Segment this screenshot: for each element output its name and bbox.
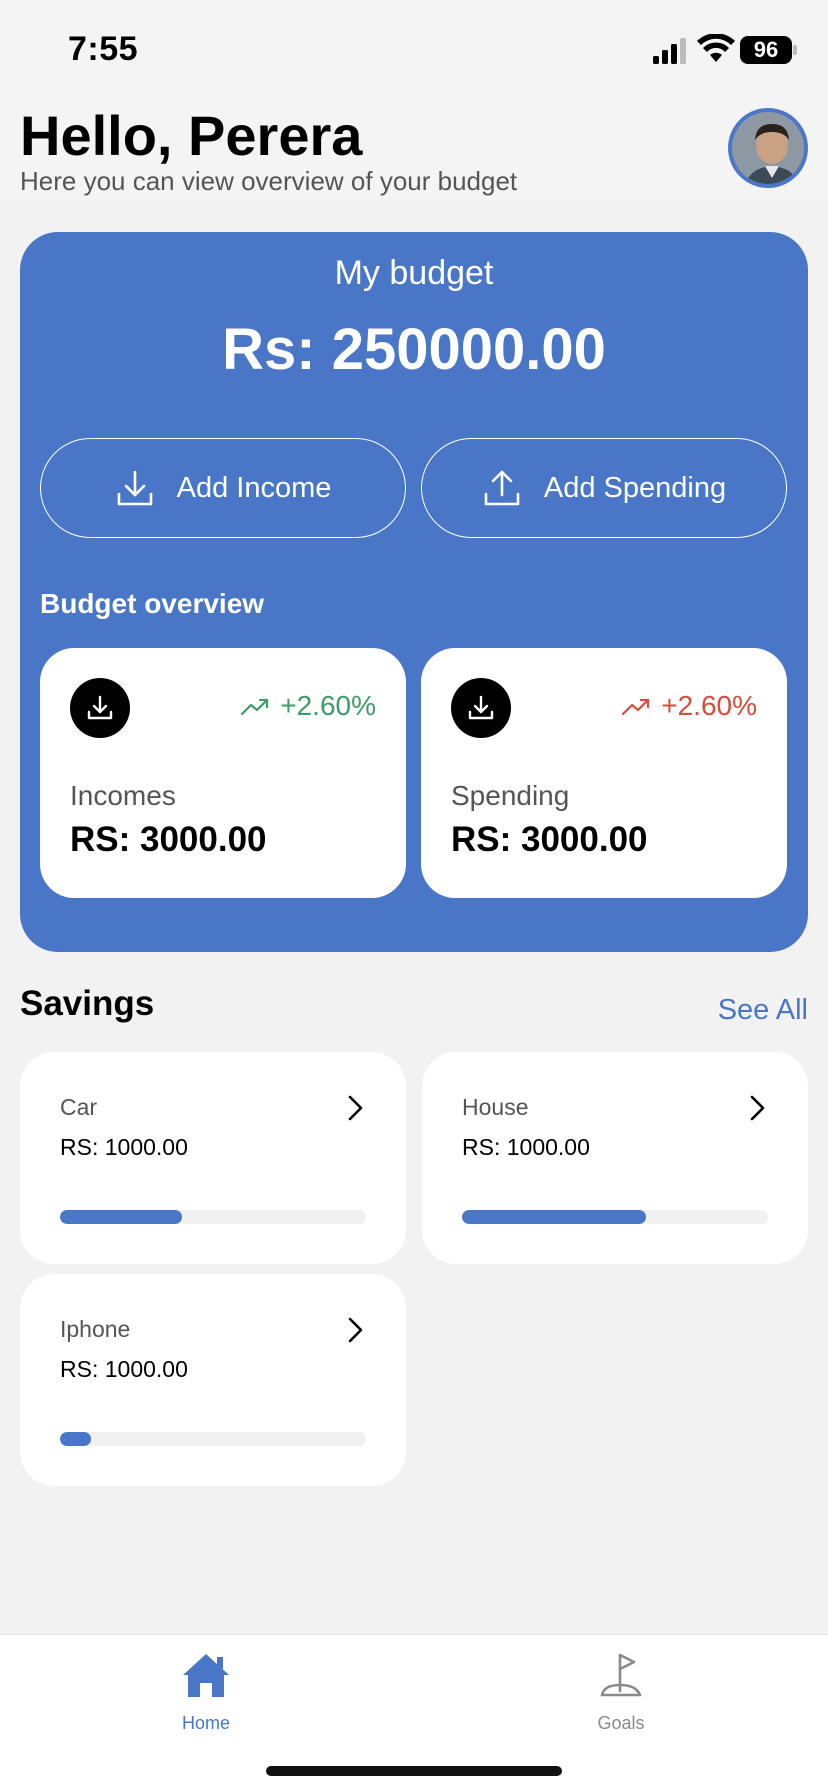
savings-progress-fill <box>462 1210 646 1224</box>
savings-card-iphone[interactable]: Iphone RS: 1000.00 <box>20 1274 406 1486</box>
budget-card: My budget Rs: 250000.00 Add Income Add S… <box>20 232 808 952</box>
savings-name: Iphone <box>60 1316 131 1342</box>
spending-trend-value: +2.60% <box>661 690 757 721</box>
savings-value: RS: 1000.00 <box>60 1134 188 1160</box>
income-icon <box>70 678 130 738</box>
tab-home-label: Home <box>181 1713 230 1733</box>
savings-card-house[interactable]: House RS: 1000.00 <box>422 1052 808 1264</box>
savings-value: RS: 1000.00 <box>60 1356 188 1382</box>
add-income-button[interactable]: Add Income <box>40 438 406 538</box>
savings-card-car[interactable]: Car RS: 1000.00 <box>20 1052 406 1264</box>
spending-icon <box>451 678 511 738</box>
upload-icon <box>484 470 520 506</box>
greeting-subtitle: Here you can view overview of your budge… <box>20 166 518 196</box>
income-trend-value: +2.60% <box>280 690 376 721</box>
incomes-label: Incomes <box>70 780 176 811</box>
budget-overview-heading: Budget overview <box>40 588 265 619</box>
chevron-right-icon <box>750 1095 765 1121</box>
savings-heading: Savings <box>20 984 155 1023</box>
download-icon <box>468 695 494 720</box>
spending-trend: +2.60% <box>621 690 757 722</box>
home-icon <box>183 1654 229 1697</box>
status-bar: 7:55 96 <box>0 0 828 100</box>
budget-title: My budget <box>334 254 494 292</box>
incomes-value: RS: 3000.00 <box>70 820 267 859</box>
trending-up-icon <box>622 698 650 716</box>
download-icon <box>117 470 152 506</box>
cellular-signal-icon <box>653 38 686 64</box>
add-spending-label: Add Spending <box>543 471 727 504</box>
tab-goals[interactable]: Goals <box>561 1649 681 1734</box>
incomes-card[interactable]: +2.60% Incomes RS: 3000.00 <box>40 648 406 898</box>
spending-card[interactable]: +2.60% Spending RS: 3000.00 <box>421 648 787 898</box>
home-indicator <box>266 1766 562 1776</box>
savings-progress-bar <box>462 1210 768 1224</box>
savings-progress-fill <box>60 1210 183 1224</box>
savings-value: RS: 1000.00 <box>462 1134 590 1160</box>
battery-nub <box>793 45 797 55</box>
download-icon <box>87 695 113 720</box>
savings-name: Car <box>60 1094 98 1120</box>
status-time: 7:55 <box>68 30 139 68</box>
tab-home[interactable]: Home <box>146 1649 266 1734</box>
savings-name: House <box>462 1094 529 1120</box>
add-income-label: Add Income <box>176 471 332 504</box>
add-spending-button[interactable]: Add Spending <box>421 438 787 538</box>
savings-progress-bar <box>60 1210 366 1224</box>
battery-indicator: 96 <box>740 36 792 64</box>
budget-amount: Rs: 250000.00 <box>222 317 606 382</box>
chevron-right-icon <box>348 1317 363 1343</box>
trending-up-icon <box>241 698 269 716</box>
tab-goals-label: Goals <box>597 1713 645 1733</box>
flag-icon <box>600 1653 642 1697</box>
see-all-link[interactable]: See All <box>718 994 808 1027</box>
wifi-icon <box>697 34 735 62</box>
chevron-right-icon <box>348 1095 363 1121</box>
savings-progress-fill <box>60 1432 91 1446</box>
avatar[interactable] <box>728 108 808 188</box>
spending-value: RS: 3000.00 <box>451 820 648 859</box>
spending-label: Spending <box>451 780 570 811</box>
greeting-title: Hello, Perera <box>20 104 363 167</box>
savings-progress-bar <box>60 1432 366 1446</box>
income-trend: +2.60% <box>240 690 376 722</box>
